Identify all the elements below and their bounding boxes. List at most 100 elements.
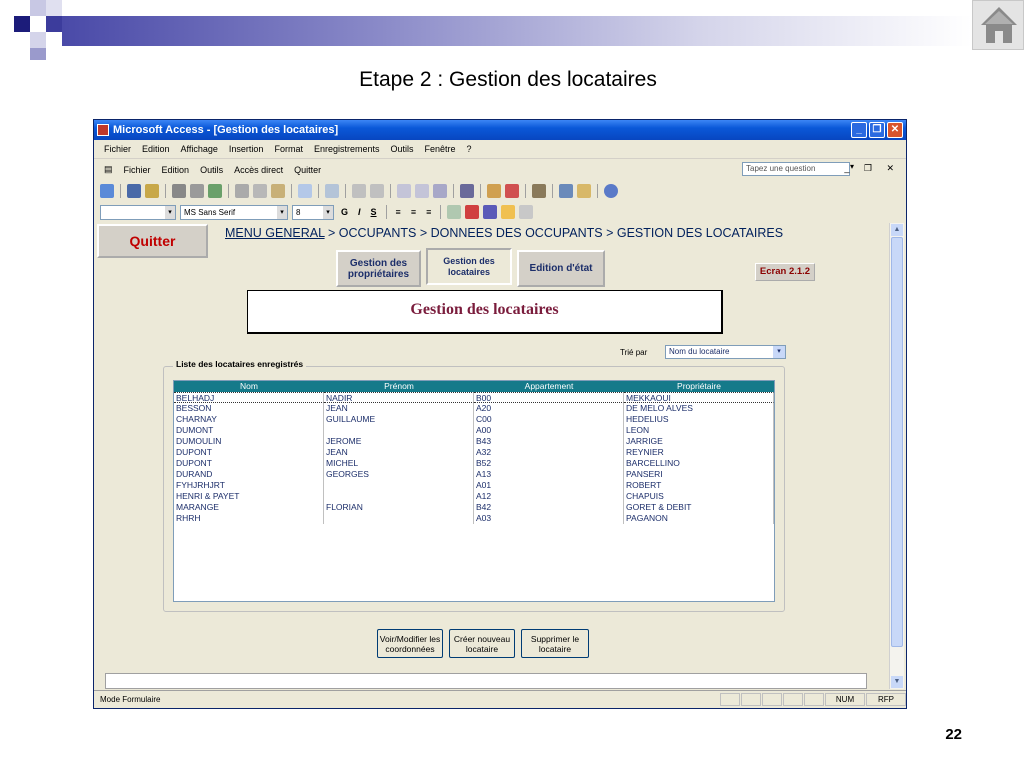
cut-icon[interactable] xyxy=(235,183,249,198)
help-icon[interactable] xyxy=(604,183,618,198)
save-icon[interactable] xyxy=(127,183,141,198)
apply-filter-icon[interactable] xyxy=(433,183,447,198)
list-item[interactable]: HENRI & PAYET A12 CHAPUIS xyxy=(174,491,774,502)
toolbar-separator xyxy=(165,183,166,198)
bold-button[interactable]: G xyxy=(338,207,351,217)
border-color-icon[interactable] xyxy=(501,205,516,219)
align-left-icon[interactable]: ≡ xyxy=(393,207,404,217)
database-window-icon[interactable] xyxy=(559,183,573,198)
breadcrumb-menu-general-link[interactable]: MENU GENERAL xyxy=(225,226,325,240)
list-item[interactable]: DUPONT MICHEL B52 BARCELLINO xyxy=(174,458,774,469)
column-header-prenom: Prénom xyxy=(384,381,414,391)
cell-appartement: B52 xyxy=(474,458,624,469)
view-edit-button[interactable]: Voir/Modifier les coordonnées xyxy=(377,629,443,658)
fill-color-icon[interactable] xyxy=(447,205,462,219)
paste-icon[interactable] xyxy=(271,183,285,198)
menu2-quitter[interactable]: Quitter xyxy=(294,165,321,175)
menu-fenetre[interactable]: Fenêtre xyxy=(425,144,456,154)
tenants-list[interactable]: Nom Prénom Appartement Propriétaire BELH… xyxy=(173,380,775,602)
align-right-icon[interactable]: ≡ xyxy=(423,207,434,217)
bottom-field[interactable] xyxy=(105,673,867,689)
sort-desc-icon[interactable] xyxy=(370,183,384,198)
filter-selection-icon[interactable] xyxy=(397,183,411,198)
menu-edition[interactable]: Edition xyxy=(142,144,170,154)
line-color-icon[interactable] xyxy=(483,205,498,219)
menu2-acces-direct[interactable]: Accès direct xyxy=(234,165,283,175)
scroll-thumb[interactable] xyxy=(891,237,903,647)
object-combo[interactable]: ▾ xyxy=(100,204,176,220)
menu-outils[interactable]: Outils xyxy=(391,144,414,154)
create-tenant-button[interactable]: Créer nouveau locataire xyxy=(449,629,515,658)
close-button[interactable]: ✕ xyxy=(887,122,903,138)
new-record-icon[interactable] xyxy=(487,183,501,198)
copy-icon[interactable] xyxy=(253,183,267,198)
ask-question-input[interactable]: Tapez une question xyxy=(742,162,850,176)
print-icon[interactable] xyxy=(172,183,186,198)
cell-prenom: FLORIAN xyxy=(324,502,474,513)
line-width-icon[interactable] xyxy=(519,205,534,219)
menu2-edition[interactable]: Edition xyxy=(162,165,190,175)
font-size-combo[interactable]: 8 ▾ xyxy=(292,204,334,220)
view-icon[interactable] xyxy=(100,183,114,198)
menu-fichier[interactable]: Fichier xyxy=(104,144,131,154)
list-item[interactable]: CHARNAY GUILLAUME C00 HEDELIUS xyxy=(174,414,774,425)
cell-nom: BELHADJ xyxy=(174,392,324,403)
delete-tenant-button[interactable]: Supprimer le locataire xyxy=(521,629,589,658)
list-item[interactable]: RHRH A03 PAGANON xyxy=(174,513,774,524)
undo-icon[interactable] xyxy=(298,183,312,198)
search-icon[interactable] xyxy=(145,183,159,198)
list-item[interactable]: FYHJRHJRT A01 ROBERT xyxy=(174,480,774,491)
breadcrumb: MENU GENERAL > OCCUPANTS > DONNEES DES O… xyxy=(225,226,783,240)
status-cell xyxy=(720,692,740,706)
menu-affichage[interactable]: Affichage xyxy=(181,144,218,154)
restore-button[interactable]: ❐ xyxy=(869,122,885,138)
list-item[interactable]: DUMONT A00 LEON xyxy=(174,425,774,436)
home-button[interactable] xyxy=(972,0,1024,50)
list-item[interactable]: DUPONT JEAN A32 REYNIER xyxy=(174,447,774,458)
properties-icon[interactable] xyxy=(532,183,546,198)
create-tenant-label: Créer nouveau locataire xyxy=(453,633,511,654)
new-object-icon[interactable] xyxy=(577,183,591,198)
toolbar-separator xyxy=(120,183,121,198)
vertical-scrollbar[interactable]: ▲ ▼ xyxy=(889,223,904,689)
menu-insertion[interactable]: Insertion xyxy=(229,144,264,154)
find-icon[interactable] xyxy=(460,183,474,198)
spellcheck-icon[interactable] xyxy=(208,183,222,198)
align-center-icon[interactable]: ≡ xyxy=(408,207,419,217)
sort-select[interactable]: Nom du locataire ▾ xyxy=(665,345,786,359)
toolbar-separator xyxy=(345,183,346,198)
list-item[interactable]: BESSON JEAN A20 DE MELO ALVES xyxy=(174,403,774,414)
font-combo[interactable]: MS Sans Serif ▾ xyxy=(180,204,288,220)
mdi-controls[interactable]: _ ❐ ✕ xyxy=(844,163,900,174)
font-color-icon[interactable] xyxy=(465,205,480,219)
menu-format[interactable]: Format xyxy=(274,144,303,154)
minimize-button[interactable]: _ xyxy=(851,122,867,138)
sort-asc-icon[interactable] xyxy=(352,183,366,198)
tab-gestion-proprietaires[interactable]: Gestion des propriétaires xyxy=(336,250,421,287)
font-size: 8 xyxy=(296,207,301,217)
tab-edition-etat[interactable]: Edition d'état xyxy=(517,250,605,287)
menu-help[interactable]: ? xyxy=(467,144,472,154)
quit-button[interactable]: Quitter xyxy=(97,224,208,258)
list-header: Nom Prénom Appartement Propriétaire xyxy=(174,381,774,392)
print-preview-icon[interactable] xyxy=(190,183,204,198)
scroll-down-icon[interactable]: ▼ xyxy=(891,676,903,688)
tab-gestion-locataires[interactable]: Gestion des locataires xyxy=(426,248,512,285)
underline-button[interactable]: S xyxy=(368,207,380,217)
list-item[interactable]: BELHADJ NADIR B00 MEKKAOUI xyxy=(174,392,774,403)
page-number: 22 xyxy=(945,726,962,743)
menu2-outils[interactable]: Outils xyxy=(200,165,223,175)
list-item[interactable]: MARANGE FLORIAN B42 GORET & DEBIT xyxy=(174,502,774,513)
list-item[interactable]: DURAND GEORGES A13 PANSERI xyxy=(174,469,774,480)
menu-enregistrements[interactable]: Enregistrements xyxy=(314,144,380,154)
delete-record-icon[interactable] xyxy=(505,183,519,198)
list-item[interactable]: DUMOULIN JEROME B43 JARRIGE xyxy=(174,436,774,447)
italic-button[interactable]: I xyxy=(355,207,364,217)
scroll-up-icon[interactable]: ▲ xyxy=(891,224,903,236)
hyperlink-icon[interactable] xyxy=(325,183,339,198)
tab-label: Gestion des locataires xyxy=(443,255,495,277)
filter-form-icon[interactable] xyxy=(415,183,429,198)
toolbar-separator xyxy=(552,183,553,198)
menu2-fichier[interactable]: Fichier xyxy=(124,165,151,175)
cell-prenom: JEROME xyxy=(324,436,474,447)
